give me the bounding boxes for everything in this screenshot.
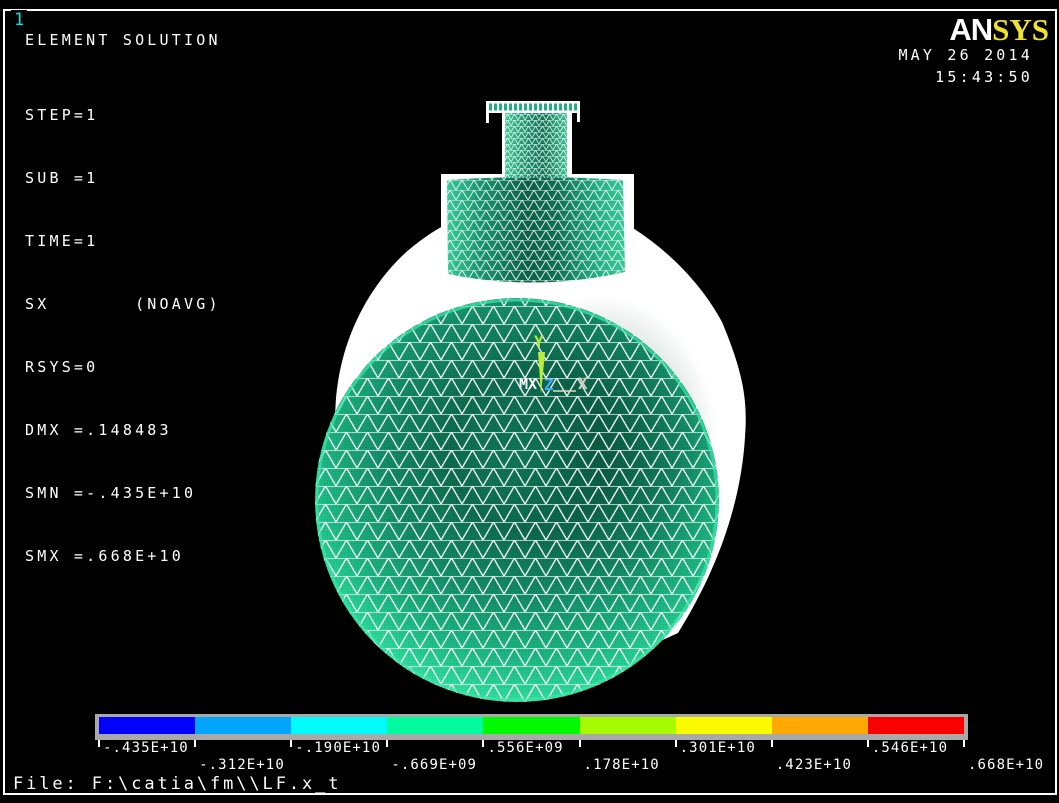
colorbar-segment xyxy=(387,717,484,734)
mx-marker-label: MX xyxy=(519,375,537,393)
ansys-logo: ANSYS xyxy=(949,12,1049,48)
colorbar-segment xyxy=(675,717,772,734)
colorbar-segment xyxy=(771,717,868,734)
colorbar-value-label: .301E+10 xyxy=(679,740,756,756)
time-label: 15:43:50 xyxy=(935,68,1033,86)
colorbar-segment xyxy=(99,717,196,734)
triad-z-label: Z xyxy=(544,375,554,394)
colorbar-value-label: -.312E+10 xyxy=(199,757,285,773)
annotation-line: SX (NOAVG) xyxy=(25,295,221,313)
colorbar-segment xyxy=(195,717,292,734)
colorbar-value-label: .546E+10 xyxy=(871,740,949,756)
colorbar-value-label: .556E+09 xyxy=(487,740,564,756)
colorbar-segment xyxy=(483,717,580,734)
annotation-line: RSYS=0 xyxy=(25,358,99,376)
colorbar-value-label: .423E+10 xyxy=(775,757,852,773)
colorbar-value-label: .668E+10 xyxy=(967,757,1045,773)
colorbar-value-label: -.435E+10 xyxy=(103,740,189,756)
annotation-line: SMN =-.435E+10 xyxy=(25,484,197,502)
colorbar-segments xyxy=(99,717,964,734)
ansys-window: Y MX Z X 1 ELEMENT SOLUTION STEP=1 SUB =… xyxy=(0,0,1059,803)
model-neck xyxy=(505,112,567,178)
triad-y-label: Y xyxy=(534,332,544,351)
file-path-label: File: F:\catia\fm\\LF.x_t xyxy=(13,774,342,794)
triad-x-label: X xyxy=(578,374,588,393)
colorbar-value-label: .178E+10 xyxy=(583,757,660,773)
annotation-line: STEP=1 xyxy=(25,106,99,124)
result-title: ELEMENT SOLUTION xyxy=(25,31,221,49)
annotation-line: TIME=1 xyxy=(25,232,99,250)
colorbar-segment xyxy=(579,717,676,734)
annotation-line: SMX =.668E+10 xyxy=(25,547,184,565)
colorbar-segment xyxy=(291,717,388,734)
annotation-block: STEP=1 SUB =1 TIME=1 SX (NOAVG) RSYS=0 D… xyxy=(25,63,221,609)
plot-number: 1 xyxy=(11,10,28,30)
colorbar-value-label: -.669E+09 xyxy=(391,757,478,773)
annotation-line: DMX =.148483 xyxy=(25,421,172,439)
annotation-line: SUB =1 xyxy=(25,169,99,187)
colorbar xyxy=(95,714,968,740)
model-cylinder xyxy=(447,177,625,283)
colorbar-labels: -.435E+10 -.190E+10 .556E+09 .301E+10 .546E+… xyxy=(99,740,1059,776)
colorbar-segment xyxy=(867,717,964,734)
colorbar-value-label: -.190E+10 xyxy=(295,740,381,756)
ansys-logo-an: AN xyxy=(949,12,993,47)
ansys-logo-sys: SYS xyxy=(992,12,1049,47)
model-sphere xyxy=(315,295,719,702)
date-label: MAY 26 2014 xyxy=(898,46,1033,64)
